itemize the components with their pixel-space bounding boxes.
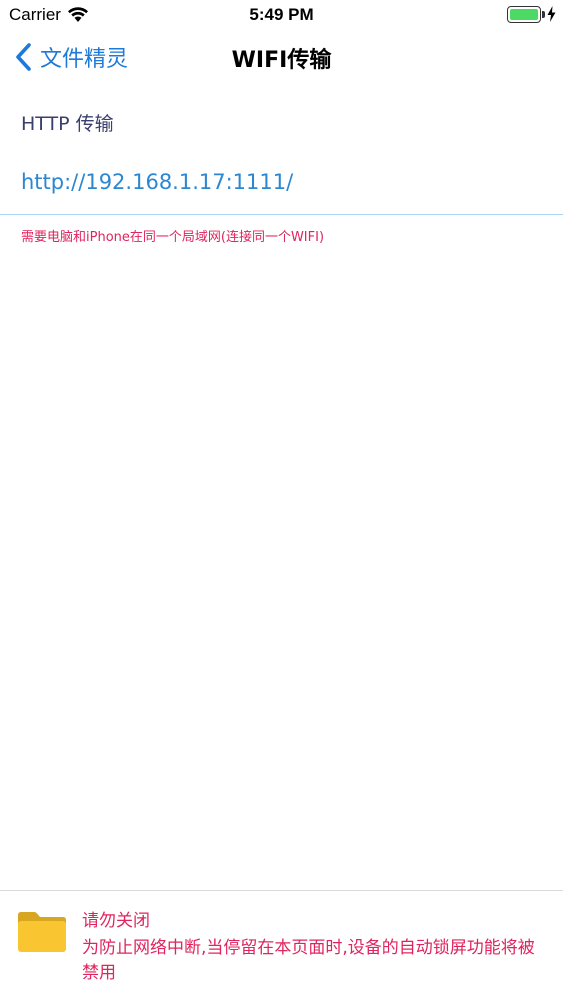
section-label-http: HTTP 传输 bbox=[21, 113, 114, 135]
network-hint: 需要电脑和iPhone在同一个局域网(连接同一个WIFI) bbox=[21, 230, 325, 245]
notice-title: 请勿关闭 bbox=[82, 911, 150, 931]
page-title: WIFI传输 bbox=[231, 48, 332, 73]
battery-cap bbox=[542, 11, 545, 18]
navigation-bar: 文件精灵 WIFI传输 bbox=[0, 30, 563, 84]
charging-bolt-icon bbox=[547, 6, 556, 22]
battery-level bbox=[510, 9, 538, 20]
status-bar: Carrier 5:49 PM bbox=[0, 0, 563, 30]
url-divider bbox=[0, 214, 563, 215]
server-url-link[interactable]: http://192.168.1.17:1111/ bbox=[21, 170, 293, 194]
status-time: 5:49 PM bbox=[249, 5, 314, 24]
folder-icon bbox=[18, 912, 66, 952]
notice-body: 为防止网络中断,当停留在本页面时,设备的自动锁屏功能将被禁用 bbox=[82, 938, 535, 983]
notice-divider bbox=[0, 890, 563, 891]
wifi-transfer-screen: Carrier 5:49 PM 文件精灵 WIFI传输 HTTP 传输 http… bbox=[0, 0, 563, 1000]
battery-icon bbox=[507, 6, 541, 23]
